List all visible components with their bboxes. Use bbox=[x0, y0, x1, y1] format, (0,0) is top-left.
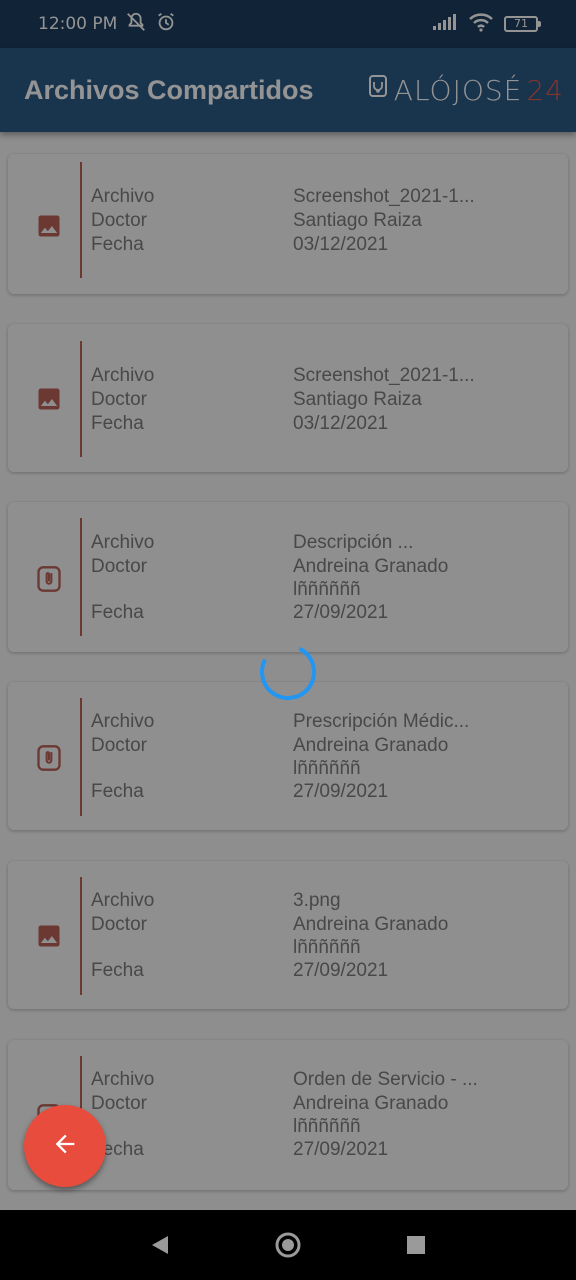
logo-number: 24 bbox=[526, 73, 564, 107]
file-card[interactable]: Archivo Doctor Fecha Screenshot_2021-1..… bbox=[8, 154, 568, 294]
app-bar: Archivos Compartidos ALÓJOSÉ 24 bbox=[0, 48, 576, 132]
attachment-icon bbox=[34, 743, 64, 773]
fecha-value: 03/12/2021 bbox=[293, 234, 389, 255]
file-card[interactable]: Archivo Doctor Fecha Prescripción Médic.… bbox=[8, 682, 568, 830]
image-icon bbox=[34, 384, 64, 414]
doctor-label: Doctor bbox=[91, 735, 147, 756]
signal-icon bbox=[432, 13, 458, 36]
doctor-value: Santiago Raiza bbox=[293, 210, 422, 231]
doctor-value: Andreina Granado bbox=[293, 914, 449, 935]
fecha-label: Fecha bbox=[91, 602, 144, 623]
fecha-value: 27/09/2021 bbox=[293, 602, 389, 623]
fecha-label: Fecha bbox=[91, 413, 144, 434]
doctor-label: Doctor bbox=[91, 1093, 147, 1114]
doctor-extra-value: lññññññ bbox=[293, 579, 361, 600]
doctor-value: Andreina Granado bbox=[293, 1093, 449, 1114]
nav-back-button[interactable] bbox=[140, 1225, 180, 1265]
archivo-value: Screenshot_2021-1... bbox=[293, 365, 475, 386]
battery-icon: 71 bbox=[504, 16, 541, 32]
wifi-icon bbox=[468, 12, 494, 37]
archivo-label: Archivo bbox=[91, 365, 155, 386]
doctor-value: Andreina Granado bbox=[293, 556, 449, 577]
file-card[interactable]: Archivo Doctor Fecha Descripción ... And… bbox=[8, 502, 568, 652]
status-bar: 12:00 PM 71 bbox=[0, 0, 576, 48]
status-right: 71 bbox=[432, 12, 541, 37]
back-fab-button[interactable] bbox=[24, 1105, 106, 1187]
fecha-value: 03/12/2021 bbox=[293, 413, 389, 434]
image-icon bbox=[34, 211, 64, 241]
brand-logo: ALÓJOSÉ 24 bbox=[368, 74, 564, 107]
archivo-value: Screenshot_2021-1... bbox=[293, 186, 475, 207]
doctor-extra-value: lññññññ bbox=[293, 758, 361, 779]
fecha-label: Fecha bbox=[91, 781, 144, 802]
doctor-label: Doctor bbox=[91, 914, 147, 935]
card-divider bbox=[80, 518, 82, 636]
arrow-back-icon bbox=[51, 1130, 79, 1163]
archivo-value: Descripción ... bbox=[293, 532, 414, 553]
fecha-label: Fecha bbox=[91, 234, 144, 255]
loading-spinner bbox=[259, 643, 317, 701]
archivo-value: Orden de Servicio - ... bbox=[293, 1069, 478, 1090]
attachment-icon bbox=[34, 564, 64, 594]
doctor-extra-value: lññññññ bbox=[293, 937, 361, 958]
logo-text: ALÓJOSÉ bbox=[393, 73, 523, 107]
image-icon bbox=[34, 921, 64, 951]
card-divider bbox=[80, 698, 82, 816]
archivo-label: Archivo bbox=[91, 186, 155, 207]
doctor-extra-value: lññññññ bbox=[293, 1116, 361, 1137]
fecha-value: 27/09/2021 bbox=[293, 781, 389, 802]
card-divider bbox=[80, 341, 82, 457]
fecha-value: 27/09/2021 bbox=[293, 960, 389, 981]
archivo-value: Prescripción Médic... bbox=[293, 711, 470, 732]
fecha-label: Fecha bbox=[91, 960, 144, 981]
file-card[interactable]: Archivo Doctor Fecha Screenshot_2021-1..… bbox=[8, 324, 568, 472]
card-divider bbox=[80, 877, 82, 995]
stethoscope-icon bbox=[368, 74, 390, 107]
fecha-value: 27/09/2021 bbox=[293, 1139, 389, 1160]
nav-recents-button[interactable] bbox=[396, 1225, 436, 1265]
archivo-label: Archivo bbox=[91, 1069, 155, 1090]
archivo-label: Archivo bbox=[91, 890, 155, 911]
doctor-label: Doctor bbox=[91, 210, 147, 231]
archivo-label: Archivo bbox=[91, 532, 155, 553]
notifications-off-icon bbox=[125, 11, 147, 38]
file-card[interactable]: Archivo Doctor Fecha 3.png Andreina Gran… bbox=[8, 861, 568, 1009]
alarm-icon bbox=[155, 11, 177, 38]
nav-home-button[interactable] bbox=[268, 1225, 308, 1265]
card-divider bbox=[80, 162, 82, 278]
system-nav-bar bbox=[0, 1210, 576, 1280]
doctor-value: Santiago Raiza bbox=[293, 389, 422, 410]
status-time: 12:00 PM bbox=[38, 14, 118, 34]
archivo-value: 3.png bbox=[293, 890, 341, 911]
page-title: Archivos Compartidos bbox=[24, 74, 314, 105]
status-left: 12:00 PM bbox=[38, 11, 177, 38]
doctor-label: Doctor bbox=[91, 389, 147, 410]
doctor-label: Doctor bbox=[91, 556, 147, 577]
doctor-value: Andreina Granado bbox=[293, 735, 449, 756]
archivo-label: Archivo bbox=[91, 711, 155, 732]
